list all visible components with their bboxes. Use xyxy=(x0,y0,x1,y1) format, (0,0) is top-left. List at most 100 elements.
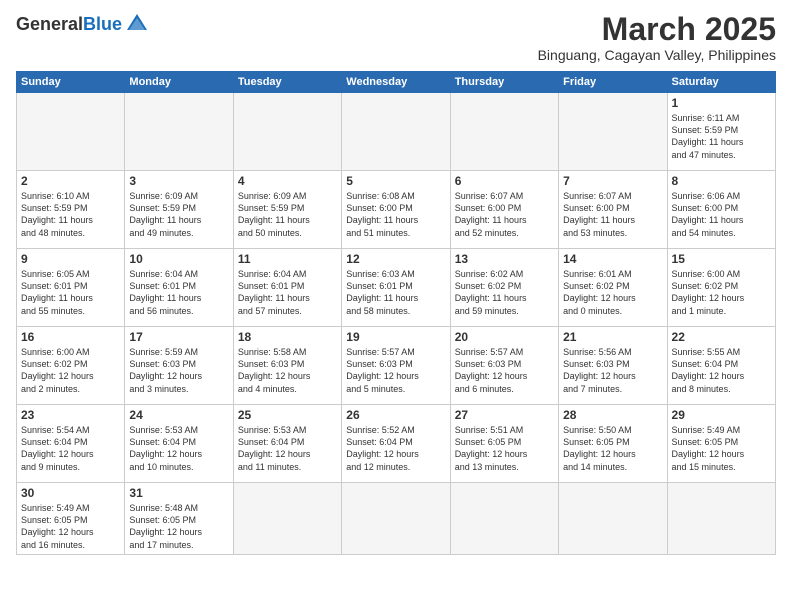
calendar-cell xyxy=(233,93,341,171)
calendar-cell: 15 Sunrise: 6:00 AM Sunset: 6:02 PM Dayli… xyxy=(667,249,775,327)
day-number: 3 xyxy=(129,174,228,188)
day-info: Sunrise: 5:52 AM Sunset: 6:04 PM Dayligh… xyxy=(346,424,445,473)
day-info: Sunrise: 6:01 AM Sunset: 6:02 PM Dayligh… xyxy=(563,268,662,317)
calendar-cell xyxy=(17,93,125,171)
day-number: 7 xyxy=(563,174,662,188)
day-info: Sunrise: 6:06 AM Sunset: 6:00 PM Dayligh… xyxy=(672,190,771,239)
day-info: Sunrise: 5:56 AM Sunset: 6:03 PM Dayligh… xyxy=(563,346,662,395)
day-info: Sunrise: 6:04 AM Sunset: 6:01 PM Dayligh… xyxy=(238,268,337,317)
subtitle: Binguang, Cagayan Valley, Philippines xyxy=(538,47,776,63)
logo-icon xyxy=(125,12,149,36)
day-info: Sunrise: 6:02 AM Sunset: 6:02 PM Dayligh… xyxy=(455,268,554,317)
calendar-cell: 17Sunrise: 5:59 AM Sunset: 6:03 PM Dayli… xyxy=(125,327,233,405)
calendar-cell: 30 Sunrise: 5:49 AM Sunset: 6:05 PM Dayli… xyxy=(17,483,125,555)
calendar-cell: 5Sunrise: 6:08 AM Sunset: 6:00 PM Daylig… xyxy=(342,171,450,249)
day-info: Sunrise: 5:49 AM Sunset: 6:05 PM Dayligh… xyxy=(672,424,771,473)
day-info: Sunrise: 6:09 AM Sunset: 5:59 PM Dayligh… xyxy=(238,190,337,239)
day-info: Sunrise: 5:53 AM Sunset: 6:04 PM Dayligh… xyxy=(129,424,228,473)
day-number: 26 xyxy=(346,408,445,422)
week-row-6: 30 Sunrise: 5:49 AM Sunset: 6:05 PM Dayli… xyxy=(17,483,776,555)
day-info: Sunrise: 5:51 AM Sunset: 6:05 PM Dayligh… xyxy=(455,424,554,473)
calendar-cell xyxy=(450,483,558,555)
calendar-cell: 1 Sunrise: 6:11 AM Sunset: 5:59 PM Daylig… xyxy=(667,93,775,171)
day-info: Sunrise: 6:10 AM Sunset: 5:59 PM Dayligh… xyxy=(21,190,120,239)
day-info: Sunrise: 6:07 AM Sunset: 6:00 PM Dayligh… xyxy=(455,190,554,239)
day-info: Sunrise: 6:08 AM Sunset: 6:00 PM Dayligh… xyxy=(346,190,445,239)
weekday-header-monday: Monday xyxy=(125,72,233,93)
day-number: 1 xyxy=(672,96,771,110)
day-number: 23 xyxy=(21,408,120,422)
day-info: Sunrise: 5:50 AM Sunset: 6:05 PM Dayligh… xyxy=(563,424,662,473)
calendar-cell: 10 Sunrise: 6:04 AM Sunset: 6:01 PM Dayli… xyxy=(125,249,233,327)
day-number: 22 xyxy=(672,330,771,344)
calendar-cell: 2 Sunrise: 6:10 AM Sunset: 5:59 PM Daylig… xyxy=(17,171,125,249)
day-info: Sunrise: 6:11 AM Sunset: 5:59 PM Dayligh… xyxy=(672,112,771,161)
calendar-cell xyxy=(233,483,341,555)
week-row-5: 23 Sunrise: 5:54 AM Sunset: 6:04 PM Dayli… xyxy=(17,405,776,483)
calendar-page: General Blue March 2025 Binguang, Cagaya… xyxy=(0,0,792,612)
calendar-cell xyxy=(559,483,667,555)
header: General Blue March 2025 Binguang, Cagaya… xyxy=(16,12,776,63)
week-row-1: 1 Sunrise: 6:11 AM Sunset: 5:59 PM Daylig… xyxy=(17,93,776,171)
calendar-cell: 7Sunrise: 6:07 AM Sunset: 6:00 PM Daylig… xyxy=(559,171,667,249)
day-info: Sunrise: 6:03 AM Sunset: 6:01 PM Dayligh… xyxy=(346,268,445,317)
day-number: 19 xyxy=(346,330,445,344)
day-number: 28 xyxy=(563,408,662,422)
calendar-cell: 16Sunrise: 6:00 AM Sunset: 6:02 PM Dayli… xyxy=(17,327,125,405)
day-number: 10 xyxy=(129,252,228,266)
day-info: Sunrise: 5:57 AM Sunset: 6:03 PM Dayligh… xyxy=(455,346,554,395)
day-info: Sunrise: 5:57 AM Sunset: 6:03 PM Dayligh… xyxy=(346,346,445,395)
weekday-header-friday: Friday xyxy=(559,72,667,93)
day-number: 30 xyxy=(21,486,120,500)
day-number: 16 xyxy=(21,330,120,344)
day-info: Sunrise: 6:04 AM Sunset: 6:01 PM Dayligh… xyxy=(129,268,228,317)
day-info: Sunrise: 5:54 AM Sunset: 6:04 PM Dayligh… xyxy=(21,424,120,473)
calendar-table: SundayMondayTuesdayWednesdayThursdayFrid… xyxy=(16,71,776,555)
calendar-cell: 31 Sunrise: 5:48 AM Sunset: 6:05 PM Dayli… xyxy=(125,483,233,555)
calendar-cell: 11Sunrise: 6:04 AM Sunset: 6:01 PM Dayli… xyxy=(233,249,341,327)
day-number: 4 xyxy=(238,174,337,188)
day-number: 17 xyxy=(129,330,228,344)
calendar-cell: 6 Sunrise: 6:07 AM Sunset: 6:00 PM Daylig… xyxy=(450,171,558,249)
week-row-4: 16Sunrise: 6:00 AM Sunset: 6:02 PM Dayli… xyxy=(17,327,776,405)
day-info: Sunrise: 5:58 AM Sunset: 6:03 PM Dayligh… xyxy=(238,346,337,395)
day-info: Sunrise: 5:49 AM Sunset: 6:05 PM Dayligh… xyxy=(21,502,120,551)
day-number: 9 xyxy=(21,252,120,266)
day-number: 20 xyxy=(455,330,554,344)
month-title: March 2025 xyxy=(538,12,776,47)
day-info: Sunrise: 6:00 AM Sunset: 6:02 PM Dayligh… xyxy=(672,268,771,317)
calendar-cell: 4 Sunrise: 6:09 AM Sunset: 5:59 PM Daylig… xyxy=(233,171,341,249)
day-number: 27 xyxy=(455,408,554,422)
calendar-cell: 13 Sunrise: 6:02 AM Sunset: 6:02 PM Dayli… xyxy=(450,249,558,327)
calendar-cell: 21Sunrise: 5:56 AM Sunset: 6:03 PM Dayli… xyxy=(559,327,667,405)
week-row-3: 9Sunrise: 6:05 AM Sunset: 6:01 PM Daylig… xyxy=(17,249,776,327)
weekday-header-sunday: Sunday xyxy=(17,72,125,93)
day-number: 24 xyxy=(129,408,228,422)
day-number: 6 xyxy=(455,174,554,188)
week-row-2: 2 Sunrise: 6:10 AM Sunset: 5:59 PM Daylig… xyxy=(17,171,776,249)
day-number: 2 xyxy=(21,174,120,188)
calendar-cell: 3Sunrise: 6:09 AM Sunset: 5:59 PM Daylig… xyxy=(125,171,233,249)
day-number: 31 xyxy=(129,486,228,500)
calendar-cell: 19 Sunrise: 5:57 AM Sunset: 6:03 PM Dayli… xyxy=(342,327,450,405)
day-number: 14 xyxy=(563,252,662,266)
calendar-cell: 18Sunrise: 5:58 AM Sunset: 6:03 PM Dayli… xyxy=(233,327,341,405)
calendar-cell: 22 Sunrise: 5:55 AM Sunset: 6:04 PM Dayli… xyxy=(667,327,775,405)
calendar-cell: 26 Sunrise: 5:52 AM Sunset: 6:04 PM Dayli… xyxy=(342,405,450,483)
day-number: 12 xyxy=(346,252,445,266)
weekday-header-wednesday: Wednesday xyxy=(342,72,450,93)
calendar-cell: 14 Sunrise: 6:01 AM Sunset: 6:02 PM Dayli… xyxy=(559,249,667,327)
calendar-cell: 20 Sunrise: 5:57 AM Sunset: 6:03 PM Dayli… xyxy=(450,327,558,405)
weekday-header-thursday: Thursday xyxy=(450,72,558,93)
day-number: 15 xyxy=(672,252,771,266)
day-info: Sunrise: 5:48 AM Sunset: 6:05 PM Dayligh… xyxy=(129,502,228,551)
logo: General Blue xyxy=(16,12,149,36)
logo-general-text: General xyxy=(16,14,83,35)
day-info: Sunrise: 5:55 AM Sunset: 6:04 PM Dayligh… xyxy=(672,346,771,395)
title-block: March 2025 Binguang, Cagayan Valley, Phi… xyxy=(538,12,776,63)
calendar-cell: 24 Sunrise: 5:53 AM Sunset: 6:04 PM Dayli… xyxy=(125,405,233,483)
calendar-cell xyxy=(667,483,775,555)
day-number: 13 xyxy=(455,252,554,266)
calendar-cell xyxy=(342,93,450,171)
day-number: 29 xyxy=(672,408,771,422)
